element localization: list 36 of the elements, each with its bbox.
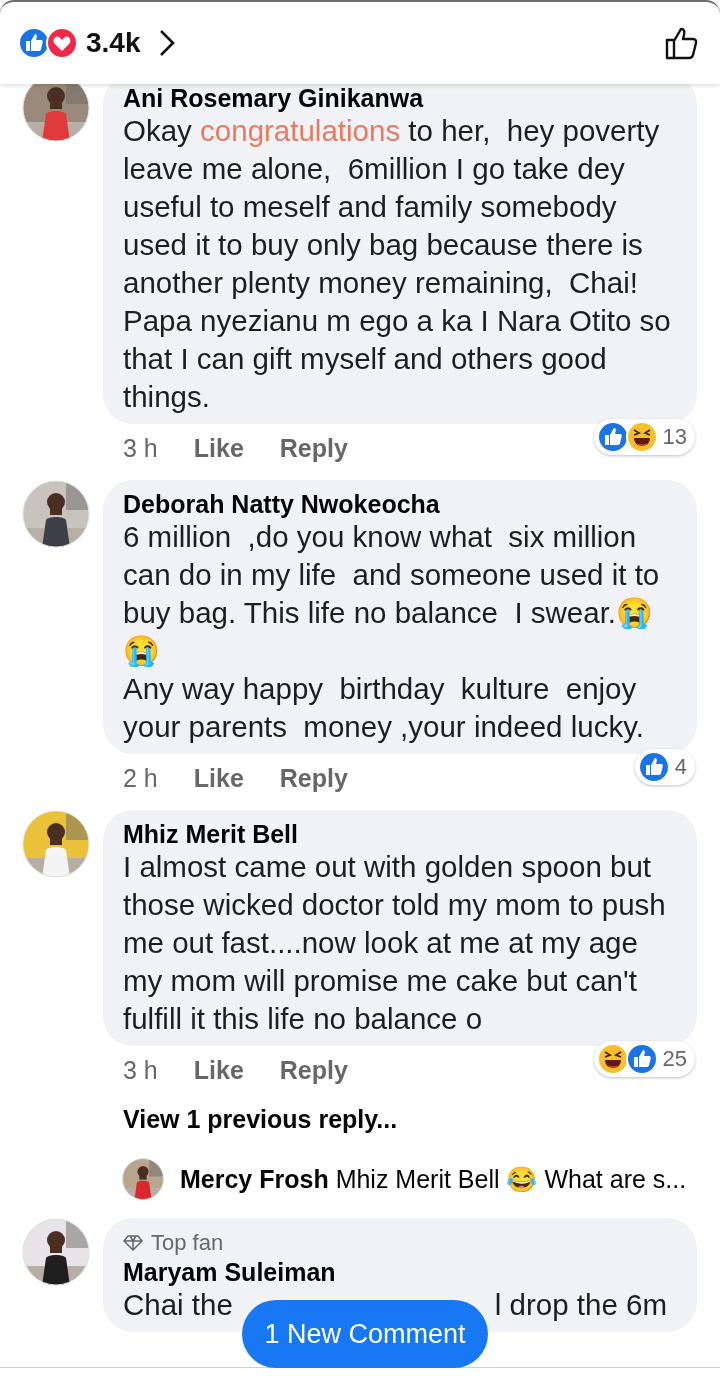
thumbs-up-icon[interactable]: [664, 25, 700, 61]
like-link[interactable]: Like: [193, 433, 244, 463]
reaction-summary[interactable]: 13: [593, 419, 695, 455]
like-reaction-icon: [625, 1043, 658, 1075]
comment-text: Chai the: [123, 1287, 233, 1323]
author-name[interactable]: Deborah Natty Nwokeocha: [123, 490, 440, 518]
timestamp: 3 h: [123, 433, 158, 463]
comment-text: I almost came out with golden spoon but those wicked doctor told my mom to push me out fast....now look at me at my age my mom will promise me cake but can't fulfill it this life no balance o: [123, 849, 667, 1037]
reply-preview[interactable]: Mercy Frosh Mhiz Merit Bell 😂 What are s...: [180, 1164, 687, 1194]
author-name[interactable]: Maryam Suleiman: [123, 1258, 336, 1286]
like-reaction-icon: [637, 751, 670, 783]
reaction-summary[interactable]: 4: [634, 749, 695, 785]
author-name[interactable]: Ani Rosemary Ginikanwa: [123, 84, 424, 112]
new-comment-button[interactable]: 1 New Comment: [242, 1300, 488, 1368]
laughing-face-icon: [625, 421, 658, 453]
reply-link[interactable]: Reply: [279, 1055, 348, 1085]
like-link[interactable]: Like: [193, 1055, 244, 1085]
top-fan-label: Top fan: [151, 1229, 224, 1257]
timestamp: 2 h: [123, 763, 158, 793]
diamond-icon: [123, 1235, 143, 1251]
reaction-summary[interactable]: 25: [593, 1041, 695, 1077]
author-name[interactable]: Mhiz Merit Bell: [123, 820, 298, 848]
like-reaction-icon: [18, 27, 50, 59]
reply-link[interactable]: Reply: [279, 433, 348, 463]
view-replies-link[interactable]: View 1 previous reply...: [103, 1104, 398, 1134]
comment-text: Okay congratulations to her, hey poverty leave me alone, 6million I go take dey useful to meself and family somebody used it to buy only bag because there is another plenty money remaining, Chai! Papa nyezianu m ego a ka I Nara Otito so that I can gift myself and others good things.: [123, 113, 672, 415]
timestamp: 3 h: [123, 1055, 158, 1085]
comment-text: 6 million ,do you know what six million can do in my life and someone used it to buy bag. This life no balance I swear.😭😭 Any way happy birthday kulture enjoy your parents money ,your indeed lucky.: [123, 519, 661, 745]
reaction-count[interactable]: 3.4k: [86, 27, 141, 59]
heart-reaction-icon: [46, 27, 78, 59]
chevron-right-icon[interactable]: [158, 29, 175, 57]
like-link[interactable]: Like: [193, 763, 244, 793]
reply-link[interactable]: Reply: [279, 763, 348, 793]
laughing-face-icon: [596, 1043, 629, 1075]
like-reaction-icon: [596, 421, 629, 453]
comment-text: l drop the 6m: [494, 1287, 667, 1323]
